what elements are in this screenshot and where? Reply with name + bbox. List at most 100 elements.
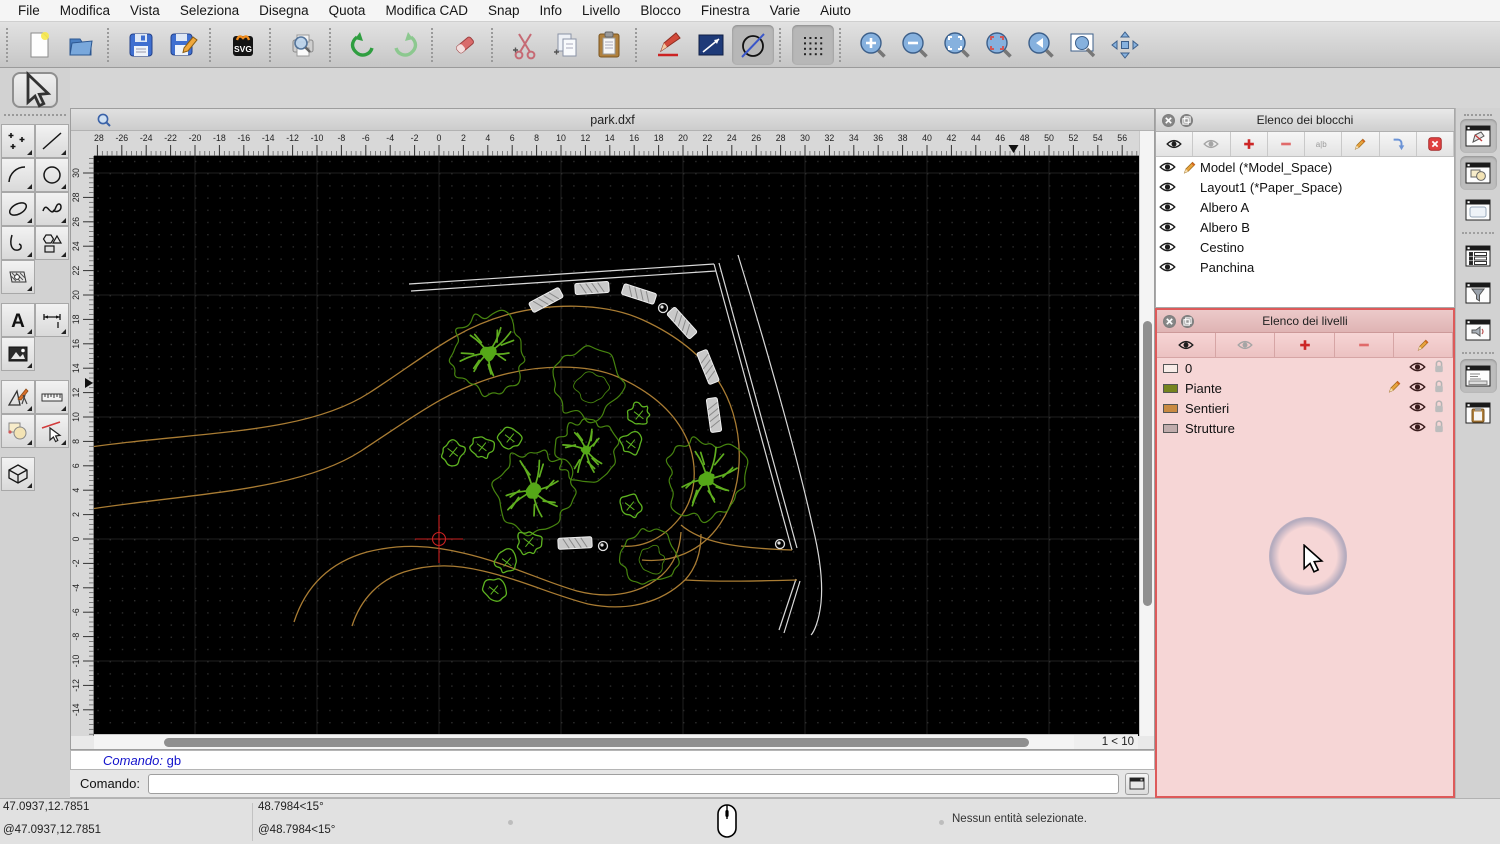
window-clipboard-toggle-button[interactable]	[1460, 396, 1497, 430]
cube-3d-button[interactable]	[1, 457, 35, 491]
hatch-tool-button[interactable]	[1, 260, 35, 294]
polyline-tool-button[interactable]	[1, 226, 35, 260]
menu-item-file[interactable]: File	[8, 0, 50, 22]
palette-drag-handle[interactable]	[4, 114, 66, 116]
dimension-tool-button[interactable]	[35, 303, 69, 337]
print-preview-button[interactable]	[282, 25, 324, 65]
redo-button[interactable]	[384, 25, 426, 65]
toggle-command-window-button[interactable]	[1125, 772, 1149, 795]
eye-icon[interactable]	[1409, 381, 1426, 396]
eye-gray-button[interactable]	[1216, 333, 1276, 357]
pencil-button[interactable]	[1342, 132, 1380, 156]
paste-button[interactable]	[588, 25, 630, 65]
eye-gray-button[interactable]	[1193, 132, 1231, 156]
minus-button[interactable]	[1267, 132, 1305, 156]
layer-row[interactable]: 0	[1157, 358, 1453, 378]
plus-button[interactable]	[1230, 132, 1268, 156]
layer-row[interactable]: Piante	[1157, 378, 1453, 398]
points-tool-button[interactable]	[1, 124, 35, 158]
spline-tool-button[interactable]	[35, 192, 69, 226]
circle-slash-button[interactable]	[732, 24, 774, 65]
toolbar-drag-handle[interactable]	[6, 27, 14, 62]
eye-icon[interactable]	[1158, 201, 1176, 213]
layer-row[interactable]: Strutture	[1157, 418, 1453, 438]
menu-item-finestra[interactable]: Finestra	[691, 0, 760, 22]
menu-item-seleziona[interactable]: Seleziona	[170, 0, 249, 22]
eye-button[interactable]	[1156, 132, 1194, 156]
menu-item-aiuto[interactable]: Aiuto	[810, 0, 861, 22]
window-blank-toggle-button[interactable]	[1460, 193, 1497, 227]
layer-color-swatch[interactable]	[1163, 403, 1178, 413]
menu-item-modifica-cad[interactable]: Modifica CAD	[375, 0, 478, 22]
lock-icon[interactable]	[1433, 419, 1445, 437]
circle-tool-button[interactable]	[35, 158, 69, 192]
command-input[interactable]	[147, 773, 1119, 794]
text-tool-button[interactable]: A	[1, 303, 35, 337]
lock-icon[interactable]	[1433, 379, 1445, 397]
block-row[interactable]: Cestino	[1156, 237, 1454, 257]
block-row[interactable]: Panchina	[1156, 257, 1454, 277]
zoom-pan-button[interactable]	[1104, 25, 1146, 65]
window-shapes-toggle-button[interactable]	[1459, 156, 1497, 190]
lock-icon[interactable]	[1433, 359, 1445, 377]
menu-item-vista[interactable]: Vista	[120, 0, 170, 22]
horizontal-scrollbar[interactable]	[94, 734, 1091, 749]
order-tool-button[interactable]	[1, 414, 35, 448]
layer-row[interactable]: Sentieri	[1157, 398, 1453, 418]
menu-item-blocco[interactable]: Blocco	[630, 0, 691, 22]
cut-button[interactable]	[504, 25, 546, 65]
eye-icon[interactable]	[1409, 361, 1426, 376]
menu-item-info[interactable]: Info	[530, 0, 573, 22]
menu-item-varie[interactable]: Varie	[760, 0, 811, 22]
shapes-tool-button[interactable]	[35, 226, 69, 260]
measure-tool-button[interactable]	[35, 380, 69, 414]
eye-icon[interactable]	[1158, 181, 1176, 193]
visibility-slot[interactable]	[1156, 241, 1178, 253]
window-filter-toggle-button[interactable]	[1460, 276, 1497, 310]
window-speaker-toggle-button[interactable]	[1460, 313, 1497, 347]
dock-drag-handle[interactable]	[1464, 114, 1492, 116]
window-pen-toggle-button[interactable]	[1459, 119, 1497, 153]
grid-button[interactable]	[792, 24, 834, 65]
visibility-slot[interactable]	[1156, 201, 1178, 213]
lock-icon[interactable]	[1433, 399, 1445, 417]
zoom-in-button[interactable]	[852, 25, 894, 65]
zoom-window-button[interactable]	[1062, 25, 1104, 65]
eye-icon[interactable]	[1158, 241, 1176, 253]
zoom-previous-button[interactable]	[1020, 25, 1062, 65]
pencil-button[interactable]	[1393, 333, 1454, 357]
new-file-button[interactable]	[18, 25, 60, 65]
menu-item-modifica[interactable]: Modifica	[50, 0, 120, 22]
vertical-scrollbar-handle[interactable]	[1143, 321, 1152, 606]
open-file-button[interactable]	[60, 25, 102, 65]
horizontal-scrollbar-handle[interactable]	[164, 738, 1029, 747]
layer-color-swatch[interactable]	[1163, 363, 1178, 373]
misc-tools-button[interactable]	[1, 380, 35, 414]
drawing-canvas[interactable]	[94, 156, 1139, 736]
zoom-selection-button[interactable]	[978, 25, 1020, 65]
eye-icon[interactable]	[1409, 421, 1426, 436]
menu-item-disegna[interactable]: Disegna	[249, 0, 319, 22]
selection-tool-button[interactable]	[12, 70, 58, 108]
plus-button[interactable]	[1275, 333, 1335, 357]
minus-button[interactable]	[1334, 333, 1394, 357]
line-tool2-button[interactable]	[35, 124, 69, 158]
close-icon[interactable]	[1163, 315, 1176, 328]
pen-button[interactable]	[648, 25, 690, 65]
delete-x-button[interactable]	[1416, 132, 1454, 156]
eye-icon[interactable]	[1158, 221, 1176, 233]
window-command-toggle-button[interactable]	[1459, 359, 1497, 393]
insert-arrow-button[interactable]	[1379, 132, 1417, 156]
window-list-toggle-button[interactable]	[1460, 239, 1497, 273]
zoom-out-button[interactable]	[894, 25, 936, 65]
eye-icon[interactable]	[1158, 261, 1176, 273]
visibility-slot[interactable]	[1156, 221, 1178, 233]
close-icon[interactable]	[1162, 114, 1175, 127]
copy-button[interactable]	[546, 25, 588, 65]
eye-icon[interactable]	[1158, 161, 1176, 173]
visibility-slot[interactable]	[1156, 181, 1178, 193]
block-row[interactable]: Albero A	[1156, 197, 1454, 217]
ellipse-tool-button[interactable]	[1, 192, 35, 226]
menu-item-livello[interactable]: Livello	[572, 0, 630, 22]
layer-panel-titlebar[interactable]: Elenco dei livelli	[1157, 310, 1453, 333]
